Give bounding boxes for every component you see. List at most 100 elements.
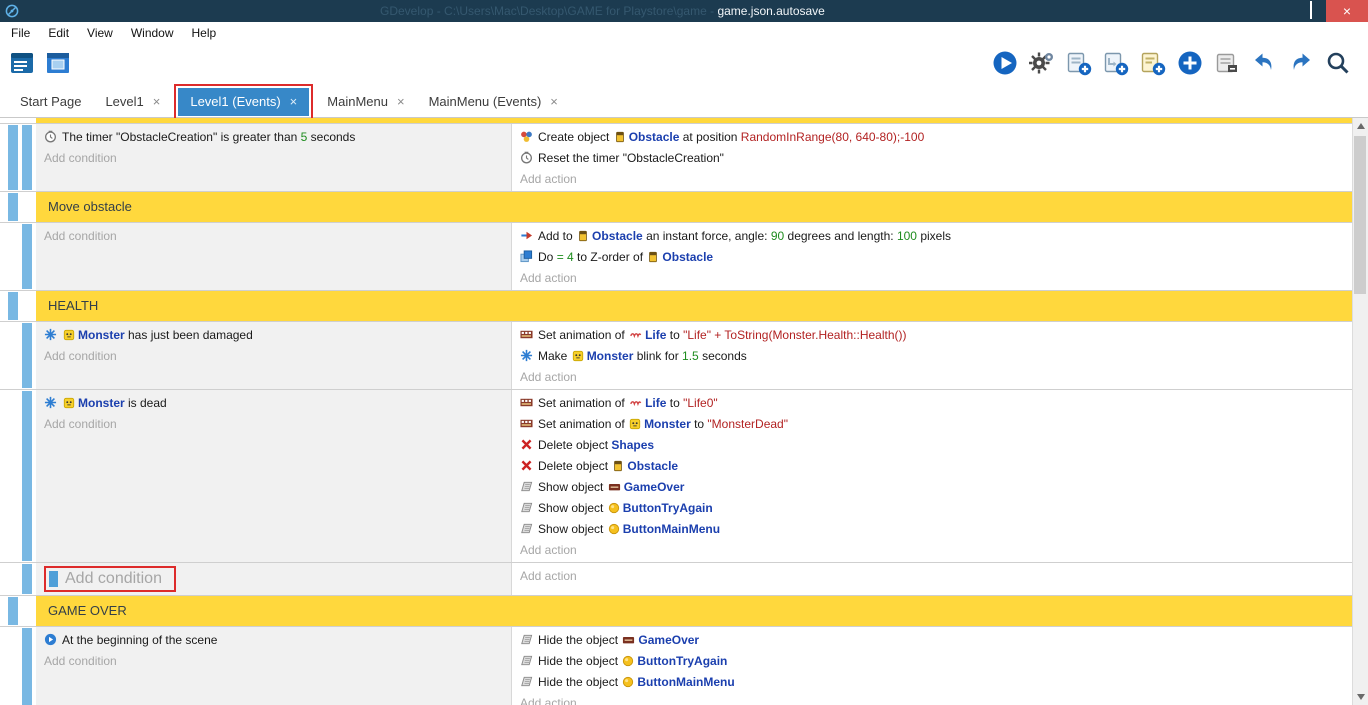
event-drag-handle[interactable] [22,628,32,705]
vertical-scrollbar[interactable] [1352,118,1368,705]
event-drag-handle[interactable] [8,292,18,320]
add-action-link[interactable]: Add action [520,168,1348,189]
scroll-up-button[interactable] [1353,118,1368,134]
animation-icon [520,396,533,409]
search-button[interactable] [1324,51,1352,79]
event-instruction[interactable]: Reset the timer "ObstacleCreation" [520,147,1348,168]
conditions-cell: The timer "ObstacleCreation" is greater … [36,124,512,191]
tab-close-icon[interactable]: × [397,94,405,109]
tab-level1[interactable]: Level1× [93,88,172,116]
event-instruction[interactable]: Create object Obstacle at position Rando… [520,126,1348,147]
event-drag-handle[interactable] [22,125,32,190]
gameover-icon [608,481,621,493]
add-subevent-button[interactable] [1102,51,1130,79]
event-body: Monster is deadAdd condition Set animatio… [36,390,1352,562]
instruction-text: 1.5 [682,349,699,363]
instruction-text: = 4 [557,250,574,264]
event-instruction[interactable]: Delete object Obstacle [520,455,1348,476]
tab-close-icon[interactable]: × [550,94,558,109]
maximize-button[interactable] [1296,0,1326,22]
menu-item-window[interactable]: Window [122,22,183,44]
comment-bar[interactable]: Move obstacle [36,192,1352,222]
tab-level1-events[interactable]: Level1 (Events)× [178,88,309,116]
add-condition-link[interactable]: Add condition [44,413,507,434]
add-condition-link[interactable]: Add condition [44,345,507,366]
undo-button[interactable] [1250,51,1278,79]
event-instruction[interactable]: Show object ButtonMainMenu [520,518,1348,539]
event-instruction[interactable]: Hide the object ButtonTryAgain [520,650,1348,671]
event-drag-handle[interactable] [8,193,18,221]
event-drag-handle[interactable] [22,224,32,289]
event-instruction[interactable]: Set animation of Life to "Life" + ToStri… [520,324,1348,345]
scene-begin-icon [44,633,57,646]
event-drag-handle[interactable] [22,564,32,594]
event-instruction[interactable]: Show object GameOver [520,476,1348,497]
scene-editor-button[interactable] [44,51,72,79]
play-button[interactable] [991,51,1019,79]
close-button[interactable]: × [1326,0,1368,22]
event-drag-handle[interactable] [8,125,18,190]
redo-button[interactable] [1287,51,1315,79]
object-name: Monster [644,417,691,431]
minimize-button[interactable] [1266,0,1296,22]
event-instruction[interactable]: Hide the object ButtonMainMenu [520,671,1348,692]
object-name: GameOver [624,480,685,494]
health-icon [44,396,57,409]
add-circle-button[interactable] [1176,51,1204,79]
timer-icon [44,130,57,143]
event-drag-handle[interactable] [22,391,32,561]
event-instruction[interactable]: Show object ButtonTryAgain [520,497,1348,518]
add-comment-button[interactable] [1139,51,1167,79]
comment-bar[interactable]: HEALTH [36,291,1352,321]
add-condition-link[interactable]: Add condition [44,650,507,671]
visibility-icon [520,522,533,535]
tab-mainmenu-events[interactable]: MainMenu (Events)× [417,88,570,116]
instruction-text: Hide the object [538,675,621,689]
menu-item-file[interactable]: File [2,22,39,44]
selected-event-handle[interactable] [49,571,58,587]
add-action-link[interactable]: Add action [520,366,1348,387]
menu-item-edit[interactable]: Edit [39,22,78,44]
event-instruction[interactable]: Set animation of Life to "Life0" [520,392,1348,413]
event-instruction[interactable]: Hide the object GameOver [520,629,1348,650]
tab-start-page[interactable]: Start Page [8,88,93,116]
event-instruction[interactable]: Add to Obstacle an instant force, angle:… [520,225,1348,246]
comment-bar[interactable]: GAME OVER [36,596,1352,626]
debug-button[interactable] [1028,51,1056,79]
event-instruction[interactable]: Set animation of Monster to "MonsterDead… [520,413,1348,434]
annotated-add-condition[interactable]: Add condition [44,566,176,592]
add-event-button[interactable] [1065,51,1093,79]
instruction-text: RandomInRange(80, 640-80);-100 [741,130,924,144]
instruction-text: Set animation of [538,396,628,410]
add-condition-link[interactable]: Add condition [44,225,507,246]
event-instruction[interactable]: Do = 4 to Z-order of Obstacle [520,246,1348,267]
object-name: Shapes [611,438,654,452]
add-condition-link[interactable]: Add condition [44,147,507,168]
event-instruction[interactable]: Monster is dead [44,392,507,413]
tab-close-icon[interactable]: × [153,94,161,109]
add-action-link[interactable]: Add action [520,565,1348,586]
toggle-disabled-button[interactable] [1213,51,1241,79]
add-action-link[interactable]: Add action [520,692,1348,705]
actions-cell: Hide the object GameOverHide the object … [512,627,1352,705]
project-manager-button[interactable] [8,51,36,79]
event-instruction[interactable]: Delete object Shapes [520,434,1348,455]
event-instruction[interactable]: At the beginning of the scene [44,629,507,650]
tab-close-icon[interactable]: × [290,94,298,109]
menu-item-help[interactable]: Help [183,22,226,44]
event-instruction[interactable]: The timer "ObstacleCreation" is greater … [44,126,507,147]
add-action-link[interactable]: Add action [520,267,1348,288]
event-instruction[interactable]: Monster has just been damaged [44,324,507,345]
tab-mainmenu[interactable]: MainMenu × [315,88,416,116]
event-drag-handle[interactable] [8,597,18,625]
instruction-text: Reset the timer "ObstacleCreation" [538,151,724,165]
tab-label: MainMenu [327,94,388,109]
menu-item-view[interactable]: View [78,22,122,44]
event-drag-handle[interactable] [22,323,32,388]
comment-bar[interactable] [36,118,1352,123]
event-instruction[interactable]: Make Monster blink for 1.5 seconds [520,345,1348,366]
scrollbar-thumb[interactable] [1354,136,1366,294]
add-action-link-label: Add action [520,569,577,583]
scroll-down-button[interactable] [1353,689,1368,705]
add-action-link[interactable]: Add action [520,539,1348,560]
